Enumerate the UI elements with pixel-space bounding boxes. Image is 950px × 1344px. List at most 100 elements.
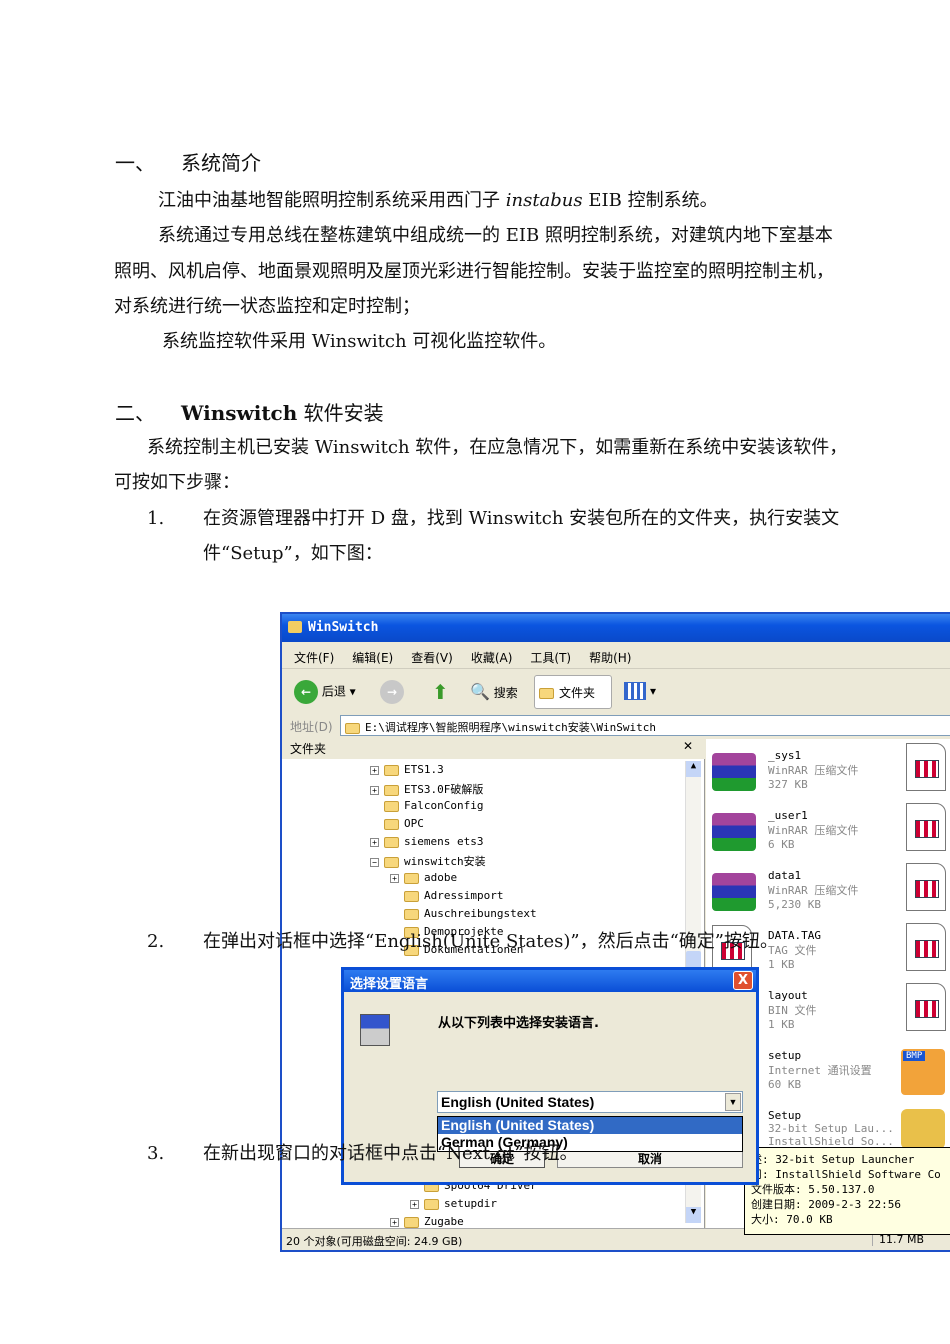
step-text: 件“Setup”，如下图：	[203, 543, 383, 564]
file-document-icon[interactable]	[906, 983, 946, 1031]
file-tooltip: 述: 32-bit Setup Launcher 司: InstallShiel…	[744, 1147, 950, 1235]
file-document-icon[interactable]	[906, 863, 946, 911]
tooltip-line: 述: 32-bit Setup Launcher	[751, 1153, 915, 1166]
expand-icon[interactable]: +	[370, 837, 379, 847]
folder-icon	[384, 818, 399, 830]
bmp-badge: BMP	[903, 1051, 926, 1061]
text-italic: instabus	[505, 190, 583, 211]
folder-icon	[288, 621, 302, 633]
expand-icon[interactable]: +	[410, 1199, 419, 1209]
tree-item[interactable]: +FalconConfig	[370, 799, 483, 812]
dialog-title-bar: 选择设置语言 X	[344, 970, 756, 992]
file-item[interactable]: _user1 WinRAR 压缩文件 6 KB	[706, 809, 896, 865]
folder-icon	[384, 764, 399, 776]
file-item[interactable]: _sys1 WinRAR 压缩文件 327 KB	[706, 749, 896, 805]
folders-button[interactable]: 文件夹	[534, 675, 612, 709]
scroll-down-icon[interactable]: ▼	[686, 1207, 701, 1223]
back-button[interactable]: ← 后退 ▾	[294, 680, 356, 704]
folder-icon	[424, 1198, 439, 1210]
expand-icon[interactable]: +	[390, 873, 399, 883]
address-bar: 地址(D) E:\调试程序\智能照明程序\winswitch安装\WinSwit…	[282, 713, 950, 738]
tree-item[interactable]: +OPC	[370, 817, 424, 830]
section2-number: 二、	[115, 401, 155, 425]
file-name: _sys1	[768, 749, 802, 762]
tooltip-line: 大小: 70.0 KB	[751, 1213, 833, 1226]
winrar-archive-icon	[712, 873, 756, 911]
menu-tools[interactable]: 工具(T)	[530, 651, 571, 665]
expand-icon[interactable]: +	[370, 765, 379, 775]
language-select[interactable]: English (United States) ▼	[437, 1091, 743, 1113]
tree-item[interactable]: + setupdir	[410, 1197, 497, 1210]
file-type: 32-bit Setup Lau...	[768, 1122, 894, 1135]
folder-icon	[404, 1216, 419, 1228]
step-text: 在新出现窗口的对话框中点击“Next gt”按钮。	[203, 1143, 578, 1164]
tree-item[interactable]: + ETS3.0F破解版	[370, 781, 483, 797]
file-name: setup	[768, 1049, 802, 1062]
file-document-icon[interactable]	[906, 743, 946, 791]
address-value: E:\调试程序\智能照明程序\winswitch安装\WinSwitch	[365, 721, 656, 734]
folder-icon	[384, 836, 399, 848]
tree-item[interactable]: +Adressimport	[390, 889, 503, 902]
file-document-icon[interactable]	[906, 923, 946, 971]
tree-item-label: ETS1.3	[404, 763, 444, 776]
search-label: 搜索	[493, 686, 518, 700]
views-icon[interactable]	[624, 682, 646, 700]
option-english[interactable]: English (United States)	[438, 1117, 742, 1134]
bmp-file-icon: BMP	[901, 1049, 945, 1095]
tree-item[interactable]: + ETS1.3	[370, 763, 444, 776]
file-type: Internet 通讯设置	[768, 1064, 872, 1077]
search-button[interactable]: 🔍 搜索	[470, 682, 518, 701]
step-number: 3.	[147, 1143, 165, 1164]
expand-icon[interactable]: +	[370, 785, 379, 795]
folder-icon	[384, 800, 399, 812]
paragraph-line: 照明、风机启停、地面景观照明及屋顶光彩进行智能控制。安装于监控室的照明控制主机，	[114, 261, 834, 282]
tree-item-label: Auschreibungstext	[424, 907, 537, 920]
section1-title: 系统简介	[181, 151, 261, 175]
winrar-archive-icon	[712, 813, 756, 851]
folder-icon	[345, 722, 360, 734]
menu-view[interactable]: 查看(V)	[411, 651, 453, 665]
toolbar: ← 后退 ▾ → ⬆ 🔍 搜索 文件夹 ▾	[282, 672, 950, 712]
menu-file[interactable]: 文件(F)	[294, 651, 334, 665]
collapse-icon[interactable]: −	[370, 857, 379, 867]
tree-item[interactable]: + siemens ets3	[370, 835, 483, 848]
up-folder-icon[interactable]: ⬆	[432, 680, 449, 704]
tree-item[interactable]: + adobe	[390, 871, 457, 884]
chevron-down-icon[interactable]: ▼	[725, 1093, 741, 1111]
dialog-prompt: 从以下列表中选择安装语言.	[438, 1016, 599, 1031]
file-size: 60 KB	[768, 1078, 802, 1091]
tree-item[interactable]: + Zugabe	[390, 1215, 464, 1228]
forward-button[interactable]: →	[380, 680, 404, 704]
expand-icon[interactable]: +	[390, 1217, 399, 1227]
step-text: 在资源管理器中打开 D 盘，找到 Winswitch 安装包所在的文件夹，执行安…	[203, 508, 840, 529]
paragraph-line: 系统通过专用总线在整栋建筑中组成统一的 EIB 照明控制系统，对建筑内地下室基本	[158, 225, 833, 246]
paragraph-line: 对系统进行统一状态监控和定时控制；	[114, 296, 420, 317]
folder-icon	[384, 784, 399, 796]
tree-item-label: ETS3.0F破解版	[404, 783, 484, 796]
back-arrow-icon: ←	[294, 680, 318, 704]
dialog-title: 选择设置语言	[350, 977, 429, 992]
address-input[interactable]: E:\调试程序\智能照明程序\winswitch安装\WinSwitch	[340, 715, 950, 736]
menu-favorites[interactable]: 收藏(A)	[471, 651, 513, 665]
scroll-up-icon[interactable]: ▲	[686, 761, 701, 777]
folders-label: 文件夹	[559, 686, 596, 700]
paragraph: 江油中油基地智能照明控制系统采用西门子 instabus EIB 控制系统。	[158, 190, 718, 212]
tree-item-label: Zugabe	[424, 1215, 464, 1228]
file-name: _user1	[768, 809, 808, 822]
menu-edit[interactable]: 编辑(E)	[352, 651, 393, 665]
folder-icon	[384, 856, 399, 868]
section2-title: Winswitch 软件安装	[181, 402, 384, 424]
close-button[interactable]: X	[733, 971, 753, 990]
folders-pane-title: 文件夹	[290, 742, 327, 756]
file-document-icon[interactable]	[906, 803, 946, 851]
tree-item[interactable]: − winswitch安装	[370, 853, 486, 869]
tree-item[interactable]: +Auschreibungstext	[390, 907, 537, 920]
text: 江油中油基地智能照明控制系统采用西门子	[158, 190, 500, 211]
explorer-title-bar: WinSwitch	[282, 614, 950, 642]
file-item[interactable]: data1 WinRAR 压缩文件 5,230 KB	[706, 869, 896, 925]
close-pane-icon[interactable]: ✕	[683, 739, 693, 753]
tree-item-label: OPC	[404, 817, 424, 830]
file-size: 1 KB	[768, 1018, 795, 1031]
step-text: 在弹出对话框中选择“English(Unite States)”，然后点击“确定…	[203, 931, 778, 952]
menu-help[interactable]: 帮助(H)	[589, 651, 631, 665]
